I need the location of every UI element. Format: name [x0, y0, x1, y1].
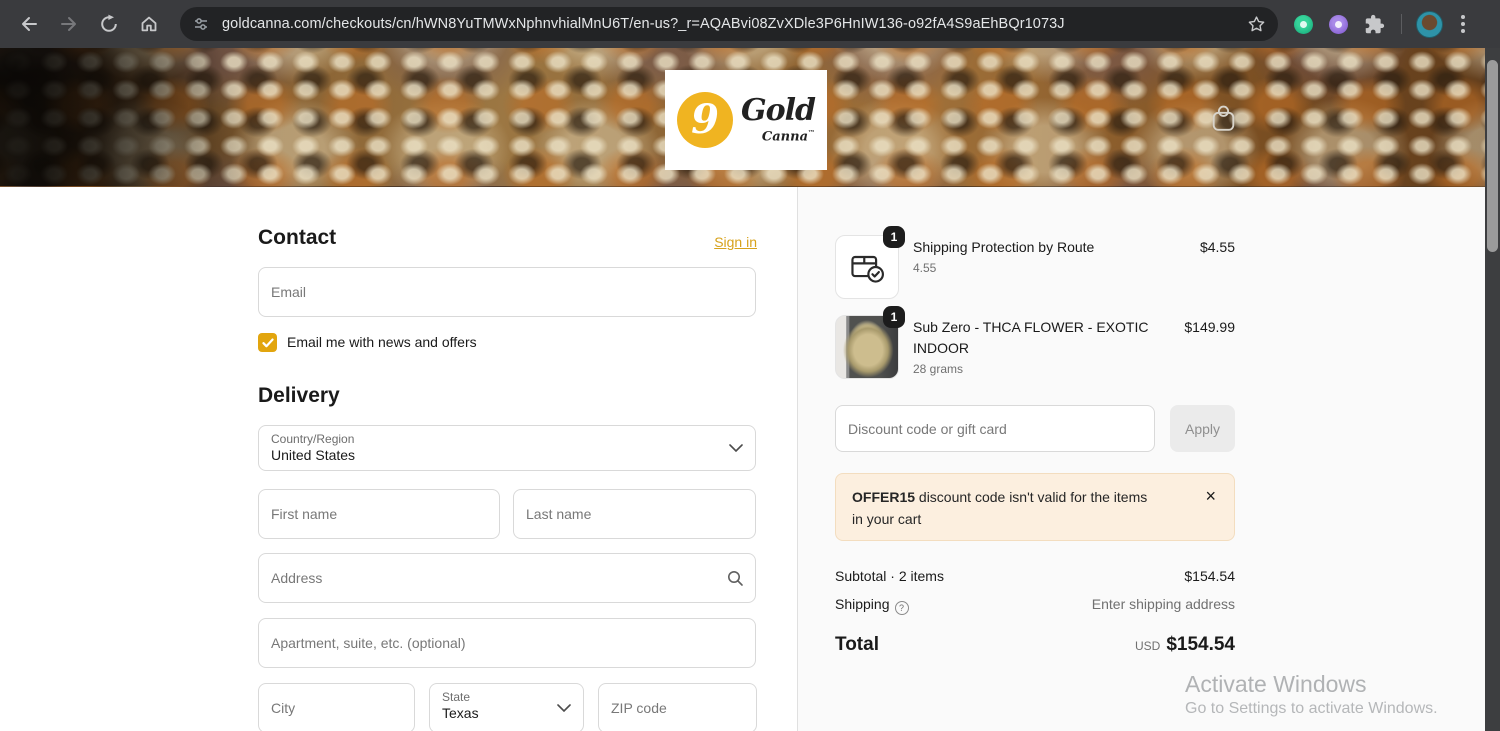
header-banner: 9 Gold Canna™ — [0, 48, 1485, 187]
total-label: Total — [835, 634, 879, 655]
subtotal-label: Subtotal · 2 items — [835, 568, 944, 584]
total-value-group: USD $154.54 — [1135, 634, 1235, 656]
extension-glyph — [1335, 20, 1342, 28]
delivery-heading: Delivery — [258, 384, 340, 407]
scrollbar-thumb[interactable] — [1487, 60, 1498, 252]
logo-wordmark: Gold Canna™ — [740, 92, 816, 145]
cart-icon[interactable] — [1210, 103, 1237, 139]
help-icon[interactable]: ? — [894, 601, 909, 615]
first-name-field[interactable] — [258, 489, 500, 539]
country-label: Country/Region — [271, 432, 355, 446]
extension-glyph — [1300, 20, 1307, 28]
email-field[interactable] — [258, 267, 756, 317]
state-value: Texas — [442, 705, 479, 722]
item-variant: 4.55 — [913, 261, 937, 275]
contact-heading: Contact — [258, 226, 337, 249]
extension-icon-purple[interactable] — [1329, 14, 1348, 34]
home-icon[interactable] — [132, 7, 166, 41]
currency-code: USD — [1134, 639, 1161, 653]
store-logo[interactable]: 9 Gold Canna™ — [665, 70, 827, 170]
item-price: $149.99 — [1184, 319, 1235, 335]
apartment-field[interactable] — [258, 618, 756, 668]
toolbar-divider — [1401, 14, 1402, 34]
logo-brand-top: Gold — [740, 92, 816, 128]
item-title: Shipping Protection by Route — [913, 239, 1095, 255]
city-field[interactable] — [258, 683, 415, 731]
last-name-field[interactable] — [513, 489, 756, 539]
logo-monogram: 9 — [676, 92, 733, 148]
extensions-puzzle-icon[interactable] — [1364, 14, 1385, 35]
site-info-icon[interactable] — [188, 11, 214, 37]
reload-icon[interactable] — [92, 7, 126, 41]
country-select[interactable]: Country/Region United States — [258, 425, 756, 471]
item-title: Sub Zero - THCA FLOWER - EXOTIC INDOOR — [913, 319, 1149, 356]
logo-brand-bottom: Canna™ — [761, 127, 815, 145]
chevron-down-icon — [729, 439, 743, 457]
check-icon — [261, 338, 274, 347]
apply-button[interactable]: Apply — [1170, 405, 1235, 452]
discount-warning-banner: OFFER15 discount code isn't valid for th… — [835, 473, 1235, 541]
extension-icon-green[interactable] — [1294, 14, 1313, 34]
profile-avatar[interactable] — [1416, 10, 1443, 38]
state-label: State — [442, 690, 471, 704]
total-row: Total USD $154.54 — [835, 634, 1235, 656]
address-bar[interactable]: goldcanna.com/checkouts/cn/hWN8YuTMWxNph… — [180, 7, 1278, 41]
activate-windows-watermark: Activate Windows — [1185, 671, 1367, 697]
shipping-row: Shipping? Enter shipping address — [835, 596, 1235, 615]
scrollbar[interactable] — [1485, 48, 1500, 731]
item-variant: 28 grams — [913, 362, 964, 376]
item-price: $4.55 — [1199, 239, 1235, 255]
cart-line-item: 1 Shipping Protection by Route 4.55 $4.5… — [835, 226, 1235, 305]
page: goldcanna.com/checkouts/cn/hWN8YuTMWxNph… — [0, 0, 1500, 731]
cart-line-item: 1 Sub Zero - THCA FLOWER - EXOTIC INDOOR… — [835, 306, 1235, 395]
forward-icon[interactable] — [52, 7, 86, 41]
activate-windows-subtext: Go to Settings to activate Windows. — [1185, 700, 1438, 717]
back-icon[interactable] — [12, 7, 46, 41]
total-value: $154.54 — [1166, 634, 1235, 655]
discount-code-field[interactable] — [835, 405, 1155, 452]
subtotal-value: $154.54 — [1184, 568, 1235, 584]
newsletter-checkbox[interactable] — [258, 333, 277, 352]
quantity-badge: 1 — [883, 306, 905, 328]
quantity-badge: 1 — [883, 226, 905, 248]
zip-field[interactable] — [598, 683, 757, 731]
bookmark-star-icon[interactable] — [1247, 15, 1266, 34]
sign-in-link[interactable]: Sign in — [650, 234, 757, 250]
country-value: United States — [271, 447, 356, 464]
newsletter-label: Email me with news and offers — [287, 334, 477, 350]
chevron-down-icon — [557, 699, 571, 717]
state-select[interactable]: State Texas — [429, 683, 584, 731]
shipping-value: Enter shipping address — [1091, 596, 1235, 612]
browser-toolbar: goldcanna.com/checkouts/cn/hWN8YuTMWxNph… — [0, 0, 1500, 48]
subtotal-row: Subtotal · 2 items $154.54 — [835, 568, 1235, 584]
warning-message: OFFER15 discount code isn't valid for th… — [852, 489, 1148, 527]
url-text[interactable]: goldcanna.com/checkouts/cn/hWN8YuTMWxNph… — [222, 16, 1237, 32]
browser-menu-icon[interactable] — [1457, 11, 1469, 37]
address-field[interactable] — [258, 553, 756, 603]
shipping-label: Shipping? — [835, 596, 909, 615]
close-icon[interactable]: × — [1205, 487, 1216, 505]
